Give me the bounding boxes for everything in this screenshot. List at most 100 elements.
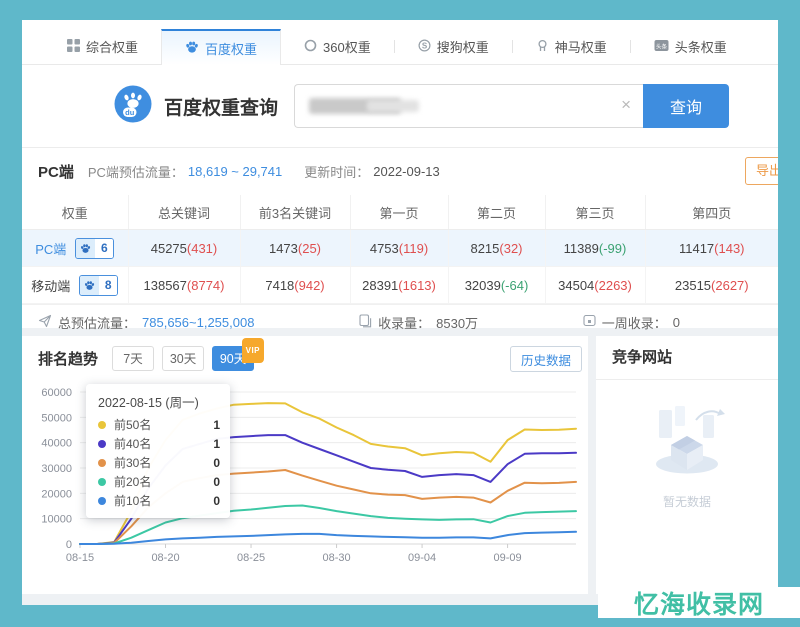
- pc-traffic-label: PC端预估流量：: [88, 162, 184, 181]
- update-time-label: 更新时间：: [304, 162, 369, 181]
- table-cell: 28391(1613): [350, 267, 448, 304]
- svg-text:60000: 60000: [41, 387, 72, 399]
- tab-神马权重[interactable]: 神马权重: [513, 29, 630, 64]
- competitor-card: 竞争网站 暂无数据: [596, 336, 778, 594]
- tab-百度权重[interactable]: 百度权重: [161, 29, 281, 65]
- weight-badge: 8: [79, 275, 118, 296]
- send-icon: [38, 314, 52, 331]
- search-section: du 百度权重查询 × 查询: [22, 65, 778, 148]
- baidu-logo-icon: du: [114, 85, 152, 128]
- pc-traffic-value: 18,619 ~ 29,741: [188, 164, 282, 179]
- query-button[interactable]: 查询: [643, 84, 729, 128]
- trend-card: 排名趋势 7天 30天 90天VIP 历史数据 0 10000 20000 30000 40…: [22, 336, 588, 594]
- tab-综合权重[interactable]: 综合权重: [44, 29, 161, 64]
- empty-state: 暂无数据: [596, 402, 778, 510]
- stat-item: 收录量：8530万: [359, 313, 478, 332]
- paw-icon: [185, 40, 199, 57]
- table-cell: 138567(8774): [128, 267, 240, 304]
- stat-item: 一周收录：0: [583, 313, 680, 332]
- table-body: PC端645275(431)1473(25)4753(119)8215(32)1…: [22, 230, 778, 304]
- empty-state-text: 暂无数据: [596, 493, 778, 510]
- tab-360权重[interactable]: 360权重: [281, 29, 394, 64]
- clear-input-icon[interactable]: ×: [621, 95, 631, 115]
- tab-头条权重[interactable]: 头条头条权重: [631, 29, 750, 64]
- range-button-7天[interactable]: 7天: [112, 346, 154, 371]
- tooltip-date: 2022-08-15 (周一): [98, 392, 220, 411]
- svg-text:08-15: 08-15: [66, 552, 94, 564]
- export-data-button[interactable]: 导出数据: [745, 157, 778, 185]
- table-row: PC端 6 45275(431)1473(25)4753(119)8215(32)1…: [22, 230, 778, 267]
- chart-tooltip: 2022-08-15 (周一) 前50名1前40名1前30名0前20名0前10名…: [86, 384, 230, 518]
- range-button-group: 7天 30天 90天VIP: [112, 346, 254, 371]
- pc-section-title: PC端: [38, 161, 74, 182]
- range-button-90天[interactable]: 90天VIP: [212, 346, 254, 371]
- svg-text:08-20: 08-20: [151, 552, 179, 564]
- calendar-icon: [583, 314, 596, 330]
- svg-text:08-25: 08-25: [237, 552, 265, 564]
- column-header: 前3名关键词: [240, 195, 350, 230]
- svg-text:08-30: 08-30: [322, 552, 350, 564]
- svg-text:10000: 10000: [41, 514, 72, 526]
- column-header: 总关键词: [128, 195, 240, 230]
- stats-row: 总预估流量：785,656~1,255,008 收录量：8530万 一周收录：0: [22, 304, 778, 339]
- tooltip-row: 前50名1: [98, 415, 220, 434]
- table-cell: 4753(119): [350, 230, 448, 267]
- tooltip-row: 前20名0: [98, 472, 220, 491]
- vip-badge: VIP: [242, 338, 264, 363]
- shenma-icon: [536, 39, 549, 55]
- svg-text:09-09: 09-09: [494, 552, 522, 564]
- main-page: 综合权重百度权重360权重S搜狗权重神马权重头条头条权重 du 百度权重查询 ×…: [22, 20, 778, 605]
- pc-section-header: PC端 PC端预估流量： 18,619 ~ 29,741 更新时间： 2022-…: [22, 148, 778, 195]
- trend-title: 排名趋势: [38, 348, 98, 369]
- svg-text:0: 0: [66, 539, 72, 551]
- tab-搜狗权重[interactable]: S搜狗权重: [395, 29, 512, 64]
- grid-icon: [67, 39, 80, 55]
- top-card: 综合权重百度权重360权重S搜狗权重神马权重头条头条权重 du 百度权重查询 ×…: [22, 20, 778, 328]
- svg-text:40000: 40000: [41, 438, 72, 450]
- search-input[interactable]: ×: [294, 84, 643, 128]
- svg-text:du: du: [125, 108, 135, 117]
- table-cell: 23515(2627): [645, 267, 778, 304]
- column-header: 权重: [22, 195, 128, 230]
- table-cell: 45275(431): [128, 230, 240, 267]
- search-title: 百度权重查询: [164, 93, 278, 120]
- range-button-30天[interactable]: 30天: [162, 346, 204, 371]
- tooltip-row: 前30名0: [98, 453, 220, 472]
- svg-text:50000: 50000: [41, 412, 72, 424]
- circle-360-icon: [304, 39, 317, 55]
- search-box: × 查询: [294, 84, 729, 128]
- sogou-icon: S: [418, 39, 431, 55]
- weight-table: 权重总关键词前3名关键词第一页第二页第三页第四页 PC端645275(431)1…: [22, 195, 778, 304]
- history-data-button[interactable]: 历史数据: [510, 346, 582, 372]
- empty-box-illustration: [639, 402, 735, 482]
- table-header-row: 权重总关键词前3名关键词第一页第二页第三页第四页: [22, 195, 778, 230]
- series-前10名: [80, 532, 576, 544]
- svg-text:09-04: 09-04: [408, 552, 436, 564]
- table-cell: 8215(32): [448, 230, 545, 267]
- site-watermark: 忆海收录网: [598, 587, 800, 618]
- trend-chart: 0 10000 20000 30000 40000 50000 60000 08-15 08-2…: [22, 380, 588, 589]
- svg-text:S: S: [422, 41, 428, 50]
- competitor-title: 竞争网站: [596, 336, 778, 380]
- table-cell: 11389(-99): [545, 230, 645, 267]
- table-cell: 34504(2263): [545, 267, 645, 304]
- weight-badge: 6: [75, 238, 114, 259]
- svg-text:头条: 头条: [656, 42, 668, 50]
- toutiao-icon: 头条: [654, 39, 669, 55]
- update-time-value: 2022-09-13: [373, 164, 440, 179]
- paw-icon: [80, 276, 99, 295]
- svg-text:30000: 30000: [41, 463, 72, 475]
- column-header: 第二页: [448, 195, 545, 230]
- table-cell: 1473(25): [240, 230, 350, 267]
- row-label[interactable]: 移动端: [31, 276, 70, 295]
- tooltip-row: 前10名0: [98, 491, 220, 510]
- doc-icon: [359, 314, 372, 331]
- column-header: 第四页: [645, 195, 778, 230]
- svg-text:20000: 20000: [41, 488, 72, 500]
- row-label[interactable]: PC端: [35, 239, 66, 258]
- stat-item: 总预估流量：785,656~1,255,008: [38, 313, 254, 332]
- column-header: 第一页: [350, 195, 448, 230]
- tab-bar: 综合权重百度权重360权重S搜狗权重神马权重头条头条权重: [22, 20, 778, 65]
- table-row: 移动端8138567(8774)7418(942)28391(1613)3203…: [22, 267, 778, 304]
- masked-query-text-2: [367, 100, 419, 112]
